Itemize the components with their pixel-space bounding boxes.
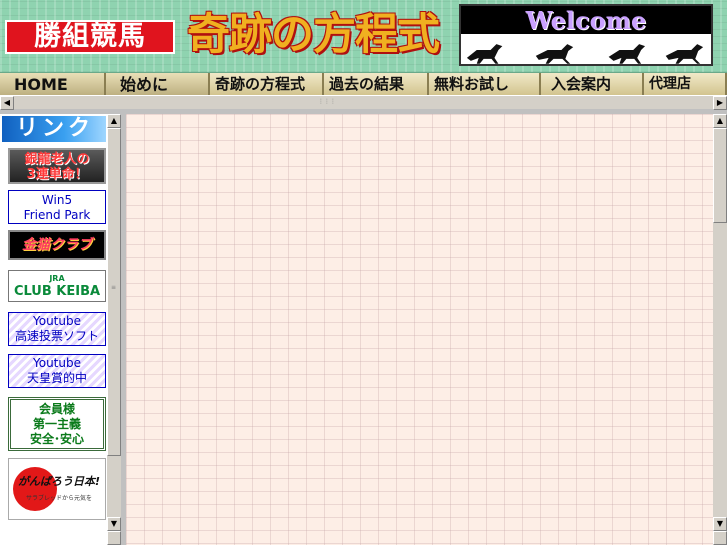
running-horses-image xyxy=(466,44,704,64)
nav-formula[interactable]: 奇跡の方程式 xyxy=(210,73,324,95)
links-heading: リンク xyxy=(2,116,106,142)
scrollbar-grip: ≡ xyxy=(111,284,117,291)
nav-horizontal-scrollbar[interactable]: ◀ ⋮⋮⋮ ▶ xyxy=(0,95,727,110)
link-kinneko-club-banner[interactable]: 金猫クラブ xyxy=(8,230,106,260)
link-member-first-banner[interactable]: 会員様 第一主義 安全･安心 xyxy=(8,397,106,451)
main-content-frame xyxy=(126,114,727,545)
link-ginryu-line1: 銀龍老人の xyxy=(24,152,90,167)
link-ginryu-line2: 3連単命！ xyxy=(26,167,88,182)
link-yt2-line1: Youtube xyxy=(33,356,81,370)
scroll-corner xyxy=(107,531,121,545)
link-yt1-line1: Youtube xyxy=(33,314,81,328)
scroll-up-icon[interactable]: ▲ xyxy=(713,114,727,128)
scroll-thumb[interactable] xyxy=(713,128,727,223)
link-youtube-voting-software[interactable]: Youtube 高速投票ソフト xyxy=(8,312,106,346)
main-vertical-scrollbar[interactable]: ▲ ▼ xyxy=(713,114,727,545)
jra-logo-text: JRA xyxy=(49,274,65,283)
member-line3: 安全･安心 xyxy=(29,432,84,446)
link-yt2-line2: 天皇賞的中 xyxy=(26,371,87,385)
ganbarou-text: がんばろう日本! xyxy=(17,475,101,488)
site-logo[interactable]: 勝組競馬 xyxy=(5,20,175,54)
member-line1: 会員様 xyxy=(38,402,75,416)
link-youtube-tennosho[interactable]: Youtube 天皇賞的中 xyxy=(8,354,106,388)
site-title: 奇跡の方程式 xyxy=(187,10,440,60)
scroll-left-icon[interactable]: ◀ xyxy=(0,96,14,110)
scroll-corner xyxy=(713,531,727,545)
link-ginryu-banner[interactable]: 銀龍老人の 3連単命！ xyxy=(8,148,106,184)
link-win5-banner[interactable]: Win5 Friend Park xyxy=(8,190,106,224)
nav-free-trial[interactable]: 無料お試し xyxy=(429,73,541,95)
link-win5-line1: Win5 xyxy=(41,193,73,207)
nav-frame: HOME 始めに 奇跡の方程式 過去の結果 無料お試し 入会案内 代理店 ◀ ⋮… xyxy=(0,73,727,110)
link-yt1-line2: 高速投票ソフト xyxy=(14,329,99,343)
club-keiba-text: CLUB KEIBA xyxy=(13,284,101,299)
link-frame-vertical-scrollbar[interactable]: ▲ ≡ ▼ xyxy=(107,114,121,545)
link-jra-club-keiba-banner[interactable]: JRA CLUB KEIBA xyxy=(8,270,106,302)
top-banner: 勝組競馬 奇跡の方程式 Welcome xyxy=(0,0,727,73)
link-ganbarou-nippon-banner[interactable]: がんばろう日本! サラブレッドから元気を xyxy=(8,458,106,520)
nav-home[interactable]: HOME xyxy=(0,73,106,95)
scroll-right-icon[interactable]: ▶ xyxy=(713,96,727,110)
ganbarou-subtext: サラブレッドから元気を xyxy=(25,495,92,502)
scroll-down-icon[interactable]: ▼ xyxy=(107,517,121,531)
link-win5-line2: Friend Park xyxy=(23,208,91,222)
nav-agency[interactable]: 代理店 xyxy=(644,73,727,95)
scroll-down-icon[interactable]: ▼ xyxy=(713,517,727,531)
welcome-banner: Welcome xyxy=(459,4,713,66)
member-line2: 第一主義 xyxy=(32,417,81,431)
scroll-thumb[interactable] xyxy=(107,128,121,456)
scrollbar-grip: ⋮⋮⋮ xyxy=(318,98,336,105)
nav-introduction[interactable]: 始めに xyxy=(106,73,210,95)
welcome-text: Welcome xyxy=(525,6,647,35)
nav-menu: HOME 始めに 奇跡の方程式 過去の結果 無料お試し 入会案内 代理店 xyxy=(0,73,727,95)
nav-membership[interactable]: 入会案内 xyxy=(541,73,644,95)
scroll-up-icon[interactable]: ▲ xyxy=(107,114,121,128)
nav-past-results[interactable]: 過去の結果 xyxy=(324,73,429,95)
link-frame: リンク 銀龍老人の 3連単命！ Win5 Friend Park 金猫クラブ J… xyxy=(0,114,121,545)
